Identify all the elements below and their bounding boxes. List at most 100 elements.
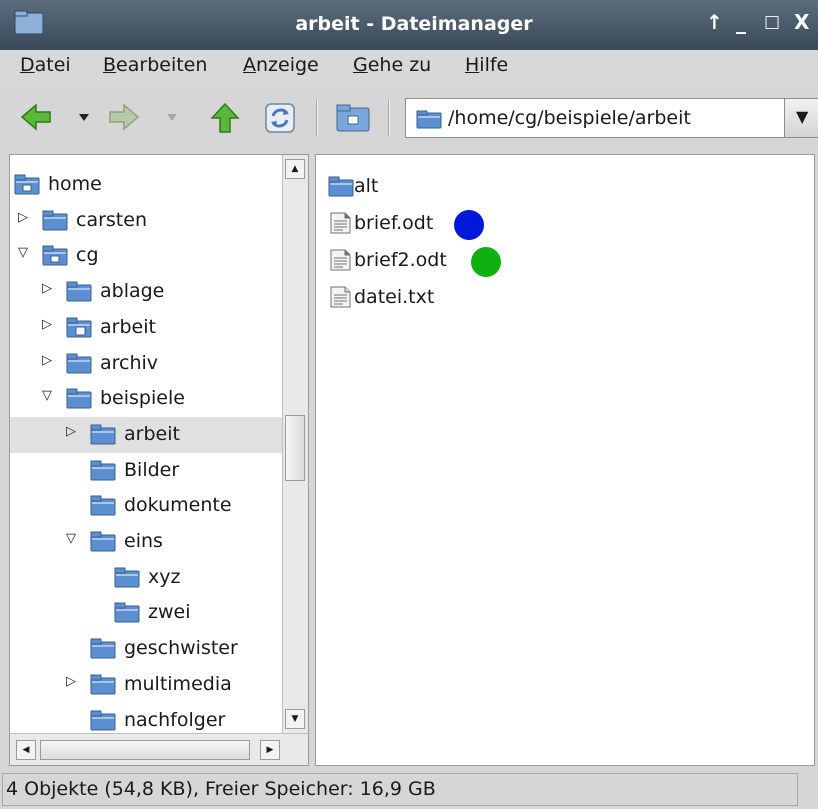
expander-expanded-icon[interactable]: ▽ <box>18 245 28 260</box>
odt-document-icon <box>330 212 351 234</box>
status-bar: 4 Objekte (54,8 KB), Freier Speicher: 16… <box>0 770 818 809</box>
expander-collapsed-icon[interactable]: ▷ <box>42 281 52 296</box>
tree-item-label: ablage <box>100 280 165 303</box>
tree-item[interactable]: ▷ arbeit <box>10 416 282 453</box>
tree-item[interactable]: ▷ archiv <box>10 346 282 382</box>
folder-icon <box>114 567 140 588</box>
folder-icon <box>90 531 116 552</box>
tree-item-label: xyz <box>148 565 181 588</box>
path-input[interactable]: /home/cg/beispiele/arbeit <box>405 98 785 138</box>
tree-item-label: eins <box>124 530 163 552</box>
forward-history-dropdown-icon[interactable] <box>166 112 178 122</box>
forward-arrow-icon[interactable] <box>108 102 140 132</box>
folder-icon <box>90 710 116 730</box>
folder-icon <box>66 353 92 373</box>
file-list[interactable]: alt brief.odt brief2.odt datei.txt <box>315 154 815 766</box>
tree-item[interactable]: ▷ ablage <box>10 274 282 310</box>
reload-icon[interactable] <box>264 102 296 134</box>
always-on-top-button[interactable]: ↑ <box>706 10 723 34</box>
scroll-right-button[interactable]: ▶ <box>260 740 280 760</box>
expander-collapsed-icon[interactable]: ▷ <box>18 210 28 225</box>
file-item-label: alt <box>354 175 379 197</box>
scroll-thumb[interactable] <box>40 740 250 760</box>
folder-tree[interactable]: home ▷ carsten ▽ cg ▷ ablage ▷ arbeit ▷ archiv ▽ bei… <box>9 154 309 766</box>
folder-icon <box>42 210 68 231</box>
maximize-button[interactable]: □ <box>764 12 780 32</box>
back-history-dropdown-icon[interactable] <box>78 112 90 122</box>
text-file-icon <box>330 286 351 308</box>
tree-item-label: carsten <box>76 208 147 231</box>
tree-item-label: multimedia <box>124 672 232 695</box>
tree-item[interactable]: ▷ arbeit <box>10 310 282 346</box>
folder-icon <box>328 176 354 197</box>
expander-collapsed-icon[interactable]: ▷ <box>42 353 52 368</box>
folder-icon <box>90 495 116 516</box>
back-arrow-icon[interactable] <box>20 102 52 132</box>
up-arrow-icon[interactable] <box>210 102 240 134</box>
scroll-up-button[interactable]: ▲ <box>285 159 305 179</box>
tree-item[interactable]: ▽ cg <box>10 238 282 274</box>
status-text: 4 Objekte (54,8 KB), Freier Speicher: 16… <box>6 778 436 800</box>
expander-collapsed-icon[interactable]: ▷ <box>42 317 52 332</box>
folder-icon <box>90 638 116 659</box>
file-item[interactable]: brief.odt <box>328 208 528 240</box>
minimize-button[interactable]: _ <box>736 10 746 34</box>
tree-item[interactable]: xyz <box>10 560 282 596</box>
home-folder-icon <box>42 245 68 266</box>
menu-gehe-zu[interactable]: Gehe zu <box>353 54 431 76</box>
tree-item[interactable]: ▽ beispiele <box>10 381 282 417</box>
folder-icon <box>114 602 140 623</box>
menu-anzeige[interactable]: Anzeige <box>243 54 319 76</box>
folder-icon <box>66 388 92 409</box>
tree-item-label: Bilder <box>124 458 180 481</box>
tree-item-label: arbeit <box>100 315 156 338</box>
expander-expanded-icon[interactable]: ▽ <box>42 388 52 403</box>
toolbar-separator <box>388 100 390 136</box>
tree-item-label: beispiele <box>100 387 185 410</box>
toolbar: /home/cg/beispiele/arbeit ▼ <box>0 86 818 152</box>
doc-folder-icon <box>66 317 92 338</box>
path-dropdown-button[interactable]: ▼ <box>784 98 818 138</box>
menu-bar: Datei Bearbeiten Anzeige Gehe zu Hilfe <box>0 50 818 86</box>
scroll-left-button[interactable]: ◀ <box>16 740 36 760</box>
folder-icon <box>90 424 116 445</box>
file-item-label: datei.txt <box>354 286 435 308</box>
tree-item[interactable]: Bilder <box>10 453 282 489</box>
file-item[interactable]: datei.txt <box>328 282 528 314</box>
tree-item-label: dokumente <box>124 494 232 517</box>
folder-icon <box>416 110 442 129</box>
color-marker-dot <box>454 210 484 240</box>
tree-item[interactable]: ▽ eins <box>10 524 282 560</box>
tree-item-label: zwei <box>148 601 191 624</box>
folder-icon <box>66 281 92 302</box>
menu-bearbeiten[interactable]: Bearbeiten <box>103 54 207 76</box>
tree-item-label: home <box>48 173 102 195</box>
scroll-thumb[interactable] <box>285 415 305 481</box>
expander-collapsed-icon[interactable]: ▷ <box>66 674 76 689</box>
tree-item[interactable]: geschwister <box>10 631 282 667</box>
odt-document-icon <box>330 249 351 271</box>
expander-collapsed-icon[interactable]: ▷ <box>66 424 76 439</box>
tree-item[interactable]: zwei <box>10 595 282 631</box>
menu-datei[interactable]: Datei <box>20 54 71 76</box>
tree-item[interactable]: dokumente <box>10 488 282 524</box>
tree-item-label: cg <box>76 244 99 267</box>
expander-expanded-icon[interactable]: ▽ <box>66 531 76 546</box>
file-item-label: brief.odt <box>354 212 434 234</box>
file-item[interactable]: alt <box>328 171 528 203</box>
window-title: arbeit - Dateimanager <box>295 13 533 35</box>
tree-vertical-scrollbar[interactable]: ▲ ▼ <box>282 155 308 733</box>
title-bar: arbeit - Dateimanager ↑ _ □ X <box>0 0 818 50</box>
file-item-label: brief2.odt <box>354 249 447 271</box>
tree-horizontal-scrollbar[interactable]: ◀ ▶ <box>10 733 308 765</box>
toolbar-separator <box>316 100 318 136</box>
home-folder-icon[interactable] <box>336 102 370 132</box>
close-button[interactable]: X <box>794 10 809 34</box>
menu-hilfe[interactable]: Hilfe <box>465 54 508 76</box>
tree-item[interactable]: ▷ carsten <box>10 203 282 239</box>
tree-item[interactable]: ▷ multimedia <box>10 667 282 703</box>
tree-item-label: geschwister <box>124 637 238 660</box>
tree-item[interactable]: home <box>10 167 282 203</box>
path-text: /home/cg/beispiele/arbeit <box>448 107 691 129</box>
scroll-down-button[interactable]: ▼ <box>285 709 305 729</box>
